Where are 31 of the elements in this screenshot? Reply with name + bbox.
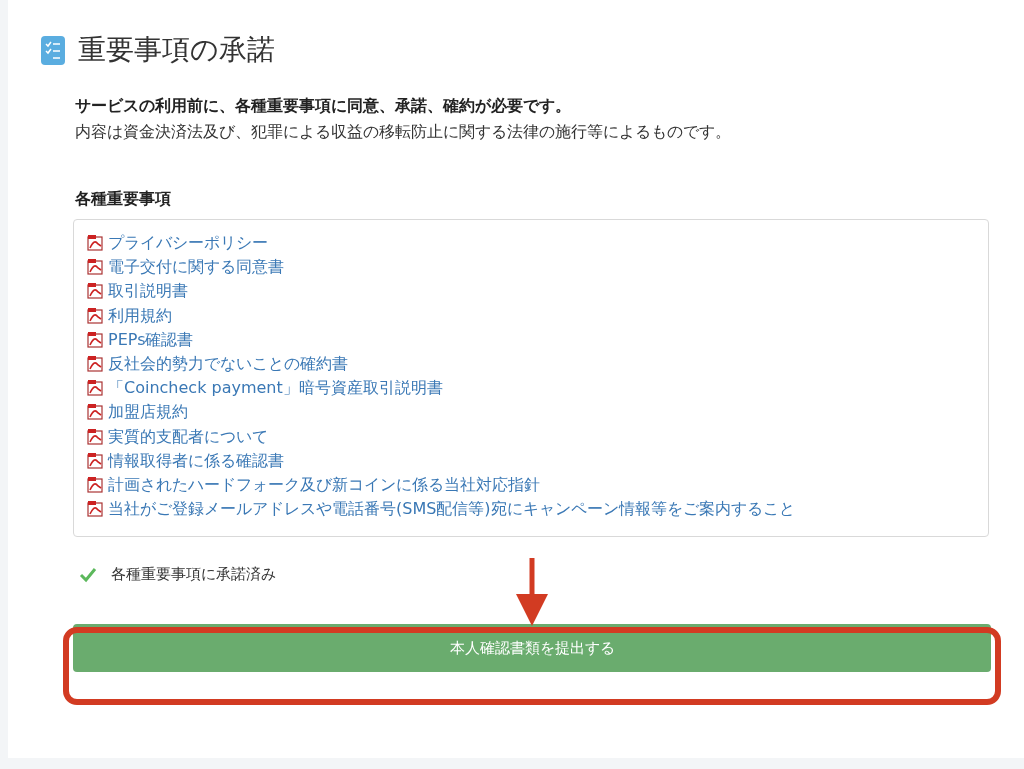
pdf-icon: [86, 330, 104, 349]
intro-text: 内容は資金決済法及び、犯罪による収益の移転防止に関する法律の施行等によるものです。: [75, 121, 732, 143]
document-link[interactable]: 取引説明書: [108, 279, 188, 304]
document-link[interactable]: 電子交付に関する同意書: [108, 255, 284, 280]
section-label: 各種重要事項: [75, 188, 172, 210]
page-title: 重要事項の承諾: [78, 36, 275, 64]
document-link[interactable]: 実質的支配者について: [108, 424, 268, 449]
acknowledgement-text: 各種重要事項に承諾済み: [111, 564, 276, 586]
document-link[interactable]: 反社会的勢力でないことの確約書: [108, 352, 348, 377]
pdf-icon: [86, 403, 104, 422]
pdf-icon: [86, 379, 104, 398]
document-link[interactable]: プライバシーポリシー: [108, 231, 268, 256]
document-link[interactable]: PEPs確認書: [108, 327, 194, 352]
pdf-icon: [86, 451, 104, 470]
annotation-arrow: [514, 558, 550, 628]
document-link[interactable]: 「Coincheck payment」暗号資産取引説明書: [108, 376, 443, 401]
document-link[interactable]: 当社がご登録メールアドレスや電話番号(SMS配信等)宛にキャンペーン情報等をご案内すること: [108, 497, 795, 522]
checklist-icon: [40, 34, 66, 66]
pdf-icon: [86, 234, 104, 253]
pdf-icon: [86, 306, 104, 325]
pdf-icon: [86, 427, 104, 446]
pdf-icon: [86, 282, 104, 301]
document-link[interactable]: 加盟店規約: [108, 400, 188, 425]
pdf-icon: [86, 355, 104, 374]
pdf-icon: [86, 475, 104, 494]
document-link[interactable]: 利用規約: [108, 303, 172, 328]
intro-heading: サービスの利用前に、各種重要事項に同意、承諾、確約が必要です。: [75, 95, 572, 117]
document-link[interactable]: 計画されたハードフォーク及び新コインに係る当社対応指針: [108, 472, 540, 497]
pdf-icon: [86, 500, 104, 519]
document-link[interactable]: 情報取得者に係る確認書: [108, 448, 284, 473]
pdf-icon: [86, 258, 104, 277]
